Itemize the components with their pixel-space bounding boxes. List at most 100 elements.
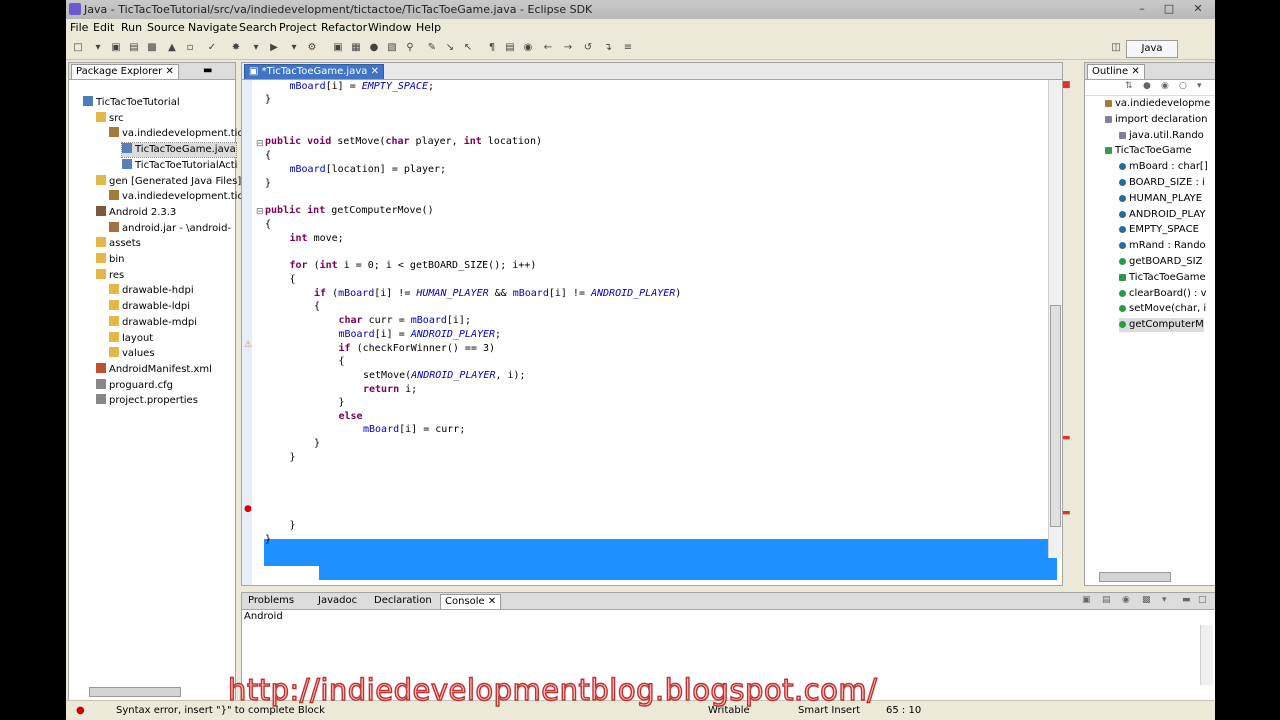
explorer-item[interactable]: layout bbox=[109, 331, 153, 346]
sdk-manager-icon[interactable]: ▲ bbox=[166, 42, 178, 54]
outline-item[interactable]: EMPTY_SPACE bbox=[1119, 223, 1199, 237]
debug-dropdown-icon[interactable]: ▾ bbox=[250, 42, 262, 54]
outline-item[interactable]: getComputerM bbox=[1119, 318, 1204, 333]
search-icon[interactable]: ⚲ bbox=[404, 42, 416, 54]
back-icon[interactable]: ← bbox=[542, 42, 554, 54]
explorer-item[interactable]: values bbox=[109, 347, 155, 361]
lint-icon[interactable]: ✓ bbox=[206, 42, 218, 54]
hide-nonpublic-icon[interactable]: ○ bbox=[1179, 81, 1187, 91]
explorer-item[interactable]: drawable-hdpi bbox=[109, 284, 194, 298]
menu-window[interactable]: Window bbox=[368, 21, 411, 34]
outline-item[interactable]: mRand : Rando bbox=[1119, 239, 1206, 253]
menu-source[interactable]: Source bbox=[147, 21, 185, 34]
scroll-lock-icon[interactable]: ▤ bbox=[1102, 595, 1111, 605]
run-dropdown-icon[interactable]: ▾ bbox=[288, 42, 300, 54]
open-console-icon[interactable]: ▾ bbox=[1162, 595, 1167, 605]
maximize-icon[interactable]: □ bbox=[1158, 2, 1180, 16]
tab-problems[interactable]: Problems bbox=[244, 594, 298, 608]
explorer-item[interactable]: TicTacToeTutorialActi bbox=[122, 158, 237, 173]
minimize-view-icon[interactable]: ▬ bbox=[1182, 595, 1191, 605]
toolbar-menu-icon[interactable]: ≡ bbox=[622, 42, 634, 54]
explorer-item[interactable]: bin bbox=[96, 253, 124, 267]
explorer-item[interactable]: res bbox=[96, 268, 124, 283]
pin-console-icon[interactable]: ◉ bbox=[1122, 595, 1130, 605]
explorer-item[interactable]: va.indiedevelopment.tict bbox=[109, 190, 247, 204]
scrollbar-thumb[interactable] bbox=[1050, 305, 1061, 527]
outline-horizontal-scrollbar[interactable] bbox=[1099, 572, 1171, 582]
explorer-item[interactable]: android.jar - \android- bbox=[109, 221, 231, 236]
display-console-icon[interactable]: ▩ bbox=[1142, 595, 1151, 605]
outline-item[interactable]: setMove(char, i bbox=[1119, 302, 1206, 316]
explorer-item[interactable]: AndroidManifest.xml bbox=[96, 362, 212, 377]
outline-item[interactable]: mBoard : char[] bbox=[1119, 160, 1208, 174]
next-annotation-icon[interactable]: ↘ bbox=[444, 42, 456, 54]
view-menu-icon[interactable]: ▾ bbox=[1197, 81, 1202, 91]
explorer-item[interactable]: va.indiedevelopment.tict bbox=[109, 127, 247, 141]
explorer-item[interactable]: TicTacToeTutorial bbox=[83, 96, 180, 110]
save-icon[interactable]: ▣ bbox=[110, 42, 122, 54]
fold-icon[interactable]: ⊟ bbox=[256, 139, 264, 149]
outline-item[interactable]: clearBoard() : v bbox=[1119, 287, 1207, 301]
console-vertical-scrollbar[interactable] bbox=[1200, 625, 1213, 685]
external-tools-icon[interactable]: ⚙ bbox=[306, 42, 318, 54]
menu-help[interactable]: Help bbox=[416, 21, 441, 34]
horizontal-scrollbar[interactable] bbox=[89, 687, 181, 697]
tab-declaration[interactable]: Declaration bbox=[370, 594, 436, 608]
explorer-item[interactable]: project.properties bbox=[96, 394, 198, 408]
clear-console-icon[interactable]: ▣ bbox=[1082, 595, 1091, 605]
overview-error-mark[interactable]: ■ bbox=[1062, 80, 1071, 90]
forward-icon[interactable]: → bbox=[562, 42, 574, 54]
outline-item[interactable]: BOARD_SIZE : i bbox=[1119, 176, 1205, 190]
tab-package-explorer[interactable]: Package Explorer ✕ bbox=[71, 64, 179, 79]
explorer-item[interactable]: TicTacToeGame.java bbox=[121, 142, 237, 159]
fold-icon[interactable]: ⊟ bbox=[256, 207, 264, 217]
outline-item[interactable]: TicTacToeGame bbox=[1105, 144, 1192, 158]
explorer-item[interactable]: gen [Generated Java Files] bbox=[96, 174, 241, 189]
outline-item[interactable]: ANDROID_PLAY bbox=[1119, 208, 1206, 222]
code-area[interactable]: mBoard[i] = EMPTY_SPACE;} public void set… bbox=[264, 80, 1044, 575]
print-icon[interactable]: ▩ bbox=[146, 42, 158, 54]
explorer-item[interactable]: src bbox=[96, 111, 124, 126]
editor-vertical-scrollbar[interactable] bbox=[1048, 80, 1061, 558]
nav-dropdown-icon[interactable]: ↴ bbox=[602, 42, 614, 54]
close-icon[interactable]: ✕ bbox=[371, 66, 379, 77]
toggle-mark-icon[interactable]: ✎ bbox=[426, 42, 438, 54]
last-edit-icon[interactable]: ↺ bbox=[582, 42, 594, 54]
hide-static-icon[interactable]: ◉ bbox=[1161, 81, 1169, 91]
block-selection-icon[interactable]: ▤ bbox=[504, 42, 516, 54]
avd-manager-icon[interactable]: ▫ bbox=[184, 42, 196, 54]
outline-item[interactable]: java.util.Rando bbox=[1119, 129, 1204, 143]
tab-outline[interactable]: Outline ✕ bbox=[1087, 64, 1145, 79]
close-icon[interactable]: ✕ bbox=[488, 596, 496, 607]
sort-icon[interactable]: ⇅ bbox=[1125, 81, 1133, 91]
tab-javadoc[interactable]: Javadoc bbox=[314, 594, 361, 608]
debug-icon[interactable]: ✸ bbox=[230, 42, 242, 54]
explorer-item[interactable]: drawable-mdpi bbox=[109, 315, 197, 330]
explorer-item[interactable]: proguard.cfg bbox=[96, 378, 173, 393]
perspective-java-button[interactable]: Java bbox=[1126, 40, 1178, 58]
new-icon[interactable]: □ bbox=[72, 42, 84, 54]
menu-search[interactable]: Search bbox=[239, 21, 277, 34]
new-dropdown-icon[interactable]: ▾ bbox=[92, 42, 104, 54]
overview-error-mark[interactable]: ▬ bbox=[1062, 433, 1071, 443]
outline-item[interactable]: getBOARD_SIZ bbox=[1119, 255, 1202, 269]
explorer-item[interactable]: assets bbox=[96, 237, 141, 251]
open-perspective-icon[interactable]: ◫ bbox=[1110, 42, 1122, 54]
maximize-view-icon[interactable]: □ bbox=[1198, 595, 1207, 605]
close-icon[interactable]: ✕ bbox=[1187, 2, 1209, 16]
new-package-icon[interactable]: ▦ bbox=[350, 42, 362, 54]
menu-refactor[interactable]: Refactor bbox=[321, 21, 367, 34]
tab-console[interactable]: Console ✕ bbox=[440, 594, 502, 609]
menu-navigate[interactable]: Navigate bbox=[188, 21, 237, 34]
outline-item[interactable]: import declaration bbox=[1105, 113, 1208, 127]
pin-icon[interactable]: ◉ bbox=[522, 42, 534, 54]
open-type-icon[interactable]: ▧ bbox=[386, 42, 398, 54]
menu-file[interactable]: File bbox=[70, 21, 88, 34]
close-icon[interactable]: ✕ bbox=[1131, 66, 1139, 77]
minimize-icon[interactable]: – bbox=[1131, 2, 1153, 16]
save-all-icon[interactable]: ▤ bbox=[128, 42, 140, 54]
explorer-item[interactable]: drawable-ldpi bbox=[109, 300, 190, 314]
menu-project[interactable]: Project bbox=[279, 21, 317, 34]
run-icon[interactable]: ▶ bbox=[268, 42, 280, 54]
tab-ticTacToeGame-java[interactable]: ▣ *TicTacToeGame.java ✕ bbox=[244, 64, 384, 79]
